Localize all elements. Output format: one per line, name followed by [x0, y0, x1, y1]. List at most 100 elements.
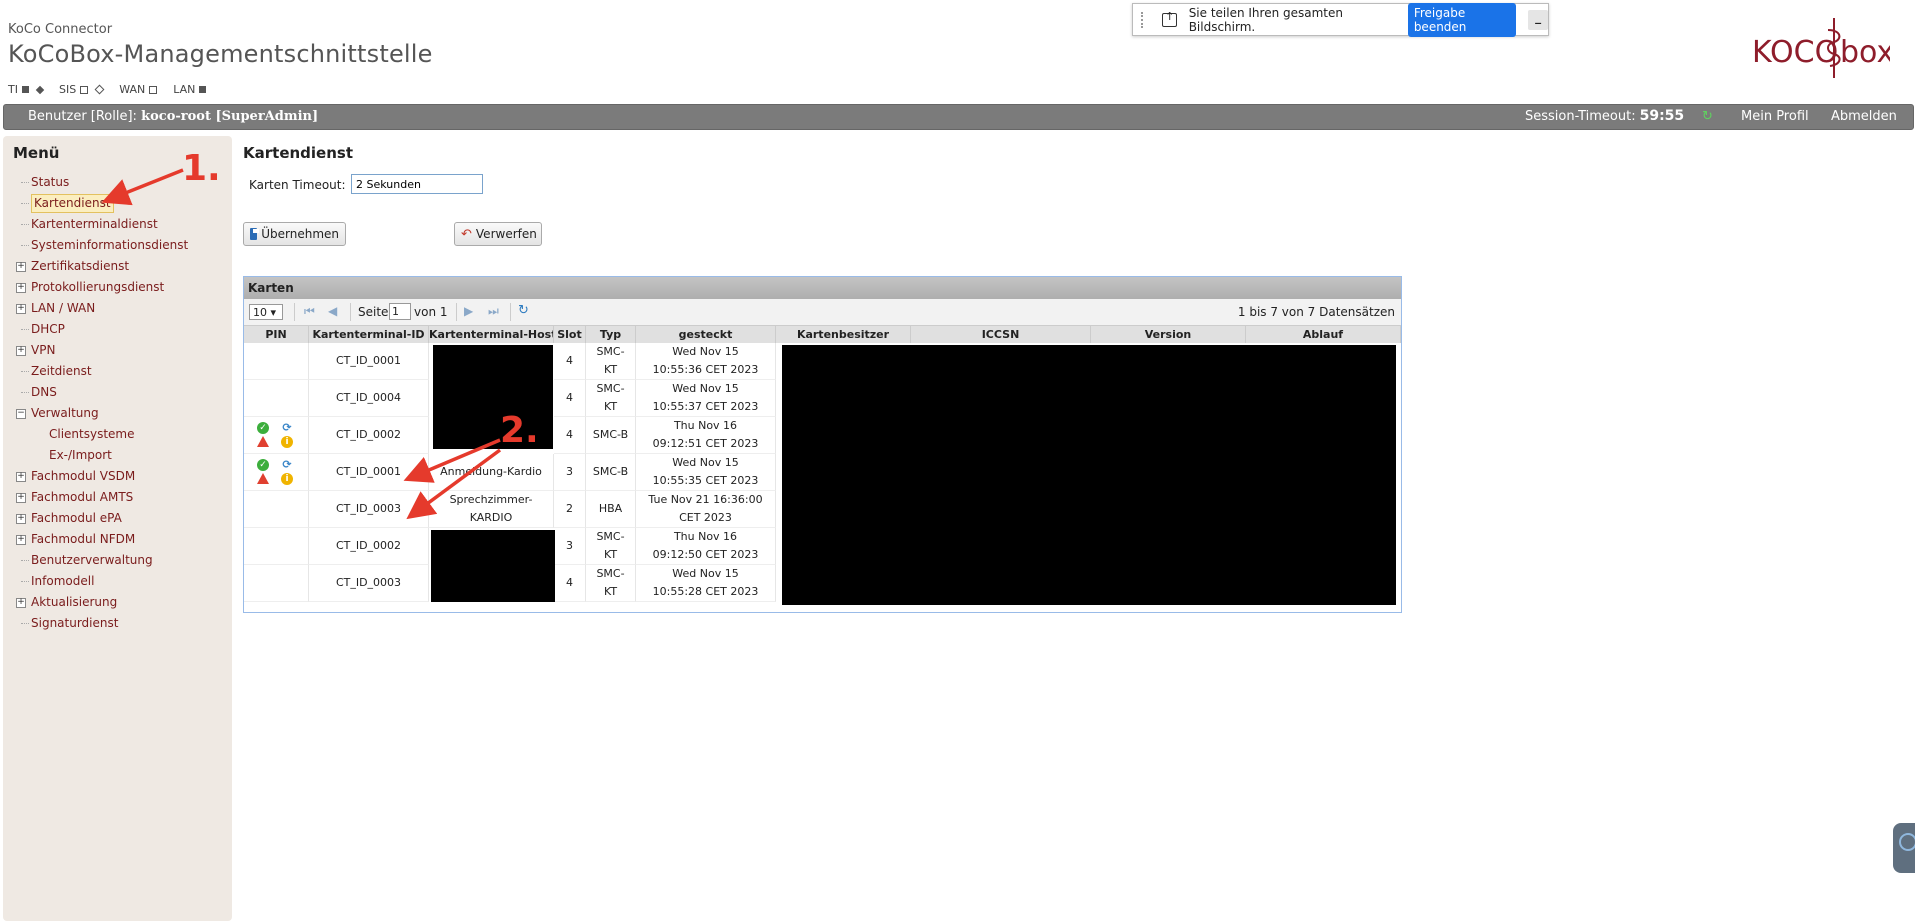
menu-item-infomodell[interactable]: Infomodell — [3, 571, 232, 592]
column-header-version[interactable]: Version — [1091, 326, 1246, 343]
inserted-cell: Tue Nov 21 16:36:00 CET 2023 — [636, 491, 776, 528]
discard-button[interactable]: ↶ Verwerfen — [454, 222, 542, 246]
column-header-iccsn[interactable]: ICCSN — [911, 326, 1091, 343]
status-diamond-icon — [35, 85, 45, 94]
menu-item-vpn[interactable]: + VPN — [3, 340, 232, 361]
last-page-icon[interactable]: ⏭ — [488, 304, 499, 319]
kocobox-logo: KOCO box — [1752, 18, 1890, 78]
first-page-icon[interactable]: ⏮ — [304, 304, 315, 319]
pin-cell — [244, 565, 309, 602]
expand-icon[interactable]: + — [16, 262, 26, 272]
prev-page-icon[interactable]: ◀ — [328, 304, 337, 318]
type-cell: SMC-KT — [586, 528, 636, 565]
expand-icon[interactable]: + — [16, 346, 26, 356]
page-size-select[interactable]: 10 ▾ — [249, 304, 283, 320]
app-subtitle: KoCo Connector — [8, 22, 113, 37]
slot-cell: 4 — [554, 565, 586, 602]
expand-icon[interactable]: + — [16, 535, 26, 545]
inserted-cell: Thu Nov 16 09:12:51 CET 2023 — [636, 417, 776, 454]
record-count: 1 bis 7 von 7 Datensätzen — [1237, 305, 1395, 319]
terminal-id-cell: CT_ID_0002 — [309, 417, 429, 454]
page-input[interactable]: 1 — [389, 303, 411, 320]
pin-change-icon[interactable]: ⟳ — [281, 422, 293, 434]
annotation-label-1: 1. — [182, 148, 221, 189]
drag-handle-icon[interactable] — [1141, 11, 1150, 28]
pin-cell — [244, 528, 309, 565]
app-title: KoCoBox-Managementschnittstelle — [8, 40, 433, 68]
warning-icon[interactable] — [257, 473, 269, 484]
expand-icon[interactable]: + — [16, 514, 26, 524]
page-title: Kartendienst — [243, 144, 353, 162]
refresh-icon[interactable]: ↻ — [518, 303, 529, 318]
session-timeout: Session-Timeout: 59:55 — [1525, 108, 1685, 124]
sidebar: Menü Status Kartendienst Kartenterminald… — [3, 136, 232, 921]
menu-item-fachmodul-nfdm[interactable]: + Fachmodul NFDM — [3, 529, 232, 550]
column-header-inserted[interactable]: gesteckt — [636, 326, 776, 343]
status-square-icon — [80, 85, 89, 94]
connection-status-row: TI SIS WAN LAN — [8, 83, 207, 96]
terminal-id-cell: CT_ID_0001 — [309, 454, 429, 491]
menu-item-clientsysteme[interactable]: Clientsysteme — [3, 424, 232, 445]
menu-item-fachmodul-amts[interactable]: + Fachmodul AMTS — [3, 487, 232, 508]
menu-item-signaturdienst[interactable]: Signaturdienst — [3, 613, 232, 634]
pin-verified-icon[interactable]: ✓ — [257, 459, 269, 471]
menu-item-kartenterminaldienst[interactable]: Kartenterminaldienst — [3, 214, 232, 235]
warning-icon[interactable] — [257, 436, 269, 447]
type-cell: HBA — [586, 491, 636, 528]
undo-icon: ↶ — [461, 226, 472, 242]
menu-item-systeminformationsdienst[interactable]: Systeminformationsdienst — [3, 235, 232, 256]
menu-item-benutzerverwaltung[interactable]: Benutzerverwaltung — [3, 550, 232, 571]
pin-change-icon[interactable]: ⟳ — [281, 459, 293, 471]
card-timeout-input[interactable] — [351, 174, 483, 194]
column-header-expiry[interactable]: Ablauf — [1246, 326, 1401, 343]
status-wan: WAN — [119, 83, 158, 96]
expand-icon[interactable]: + — [16, 493, 26, 503]
my-profile-link[interactable]: Mein Profil — [1741, 109, 1809, 124]
type-cell: SMC-KT — [586, 565, 636, 602]
side-widget-icon[interactable] — [1893, 823, 1915, 873]
column-header-terminal-hostname[interactable]: Kartenterminal-Hostname — [429, 326, 554, 343]
terminal-id-cell: CT_ID_0003 — [309, 491, 429, 528]
menu-item-kartendienst[interactable]: Kartendienst — [3, 193, 232, 214]
info-icon[interactable]: i — [281, 473, 293, 485]
menu-item-dns[interactable]: DNS — [3, 382, 232, 403]
inserted-cell: Wed Nov 15 10:55:28 CET 2023 — [636, 565, 776, 602]
minimize-button[interactable]: _ — [1528, 9, 1548, 30]
menu-item-dhcp[interactable]: DHCP — [3, 319, 232, 340]
menu-item-fachmodul-vsdm[interactable]: + Fachmodul VSDM — [3, 466, 232, 487]
collapse-icon[interactable]: − — [16, 409, 26, 419]
hostname-cell: Anmeldung-Kardio — [429, 454, 554, 491]
terminal-id-cell: CT_ID_0004 — [309, 380, 429, 417]
logout-link[interactable]: Abmelden — [1831, 109, 1897, 124]
column-header-type[interactable]: Typ — [586, 326, 636, 343]
pin-verified-icon[interactable]: ✓ — [257, 422, 269, 434]
column-header-terminal-id[interactable]: Kartenterminal-ID — [309, 326, 429, 343]
expand-icon[interactable]: + — [16, 472, 26, 482]
menu-item-fachmodul-epa[interactable]: + Fachmodul ePA — [3, 508, 232, 529]
user-bar: Benutzer [Rolle]: koco-root [SuperAdmin]… — [3, 104, 1914, 130]
info-icon[interactable]: i — [281, 436, 293, 448]
menu-item-zeitdienst[interactable]: Zeitdienst — [3, 361, 232, 382]
user-role: koco-root [SuperAdmin] — [141, 109, 319, 124]
expand-icon[interactable]: + — [16, 283, 26, 293]
menu-item-verwaltung[interactable]: − Verwaltung — [3, 403, 232, 424]
menu-item-protokollierungsdienst[interactable]: + Protokollierungsdienst — [3, 277, 232, 298]
column-header-pin[interactable]: PIN — [244, 326, 309, 343]
annotation-label-2: 2. — [500, 410, 539, 451]
next-page-icon[interactable]: ▶ — [464, 304, 473, 318]
expand-icon[interactable]: + — [16, 304, 26, 314]
type-cell: SMC-B — [586, 417, 636, 454]
column-header-card-owner[interactable]: Kartenbesitzer — [776, 326, 911, 343]
stop-sharing-button[interactable]: Freigabe beenden — [1407, 2, 1517, 37]
session-refresh-icon[interactable]: ↻ — [1702, 109, 1713, 124]
menu-item-lan-wan[interactable]: + LAN / WAN — [3, 298, 232, 319]
column-header-slot[interactable]: Slot — [554, 326, 586, 343]
menu-item-aktualisierung[interactable]: + Aktualisierung — [3, 592, 232, 613]
inserted-cell: Wed Nov 15 10:55:37 CET 2023 — [636, 380, 776, 417]
slot-cell: 3 — [554, 528, 586, 565]
apply-button[interactable]: Übernehmen — [243, 222, 346, 246]
screen-share-text: Sie teilen Ihren gesamten Bildschirm. — [1188, 5, 1343, 34]
menu-item-zertifikatsdienst[interactable]: + Zertifikatsdienst — [3, 256, 232, 277]
expand-icon[interactable]: + — [16, 598, 26, 608]
menu-item-ex-import[interactable]: Ex-/Import — [3, 445, 232, 466]
